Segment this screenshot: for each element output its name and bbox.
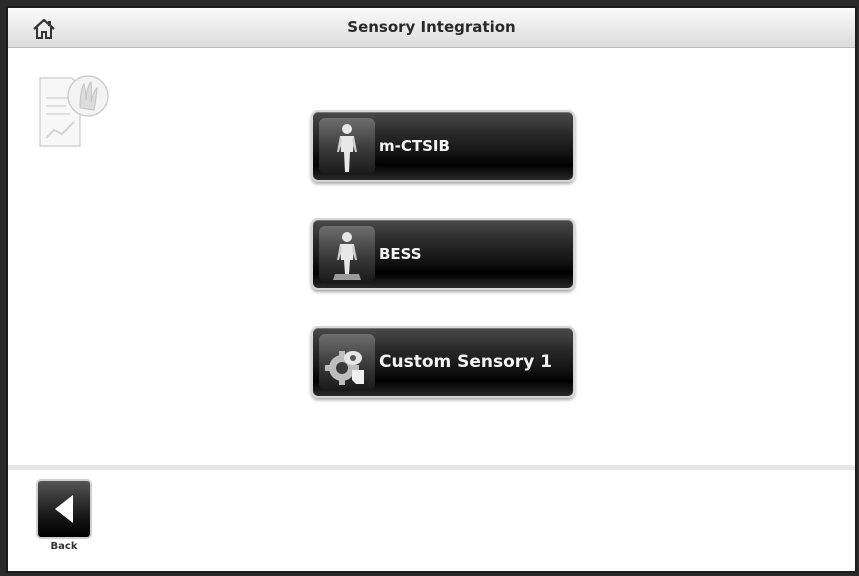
sensory-report-icon (39, 75, 109, 147)
standing-person-on-foam-icon (319, 226, 375, 282)
page-title: Sensory Integration (347, 18, 516, 36)
title-bar: Sensory Integration (8, 8, 855, 48)
test-button-custom-sensory[interactable]: Custom Sensory 1 (311, 326, 575, 398)
app-window: Sensory Integration m-CTSIB BESS Custom … (6, 6, 857, 573)
custom-sensory-gear-icon (319, 334, 375, 390)
test-button-mctsib[interactable]: m-CTSIB (311, 110, 575, 182)
test-button-label: Custom Sensory 1 (379, 352, 553, 372)
back-arrow-icon (55, 495, 73, 523)
footer-bar: Back (8, 465, 855, 571)
standing-person-icon (319, 118, 375, 174)
test-button-label: m-CTSIB (379, 137, 450, 155)
test-button-label: BESS (379, 245, 422, 263)
back-button[interactable] (36, 479, 92, 539)
test-button-bess[interactable]: BESS (311, 218, 575, 290)
back-label: Back (50, 541, 78, 552)
